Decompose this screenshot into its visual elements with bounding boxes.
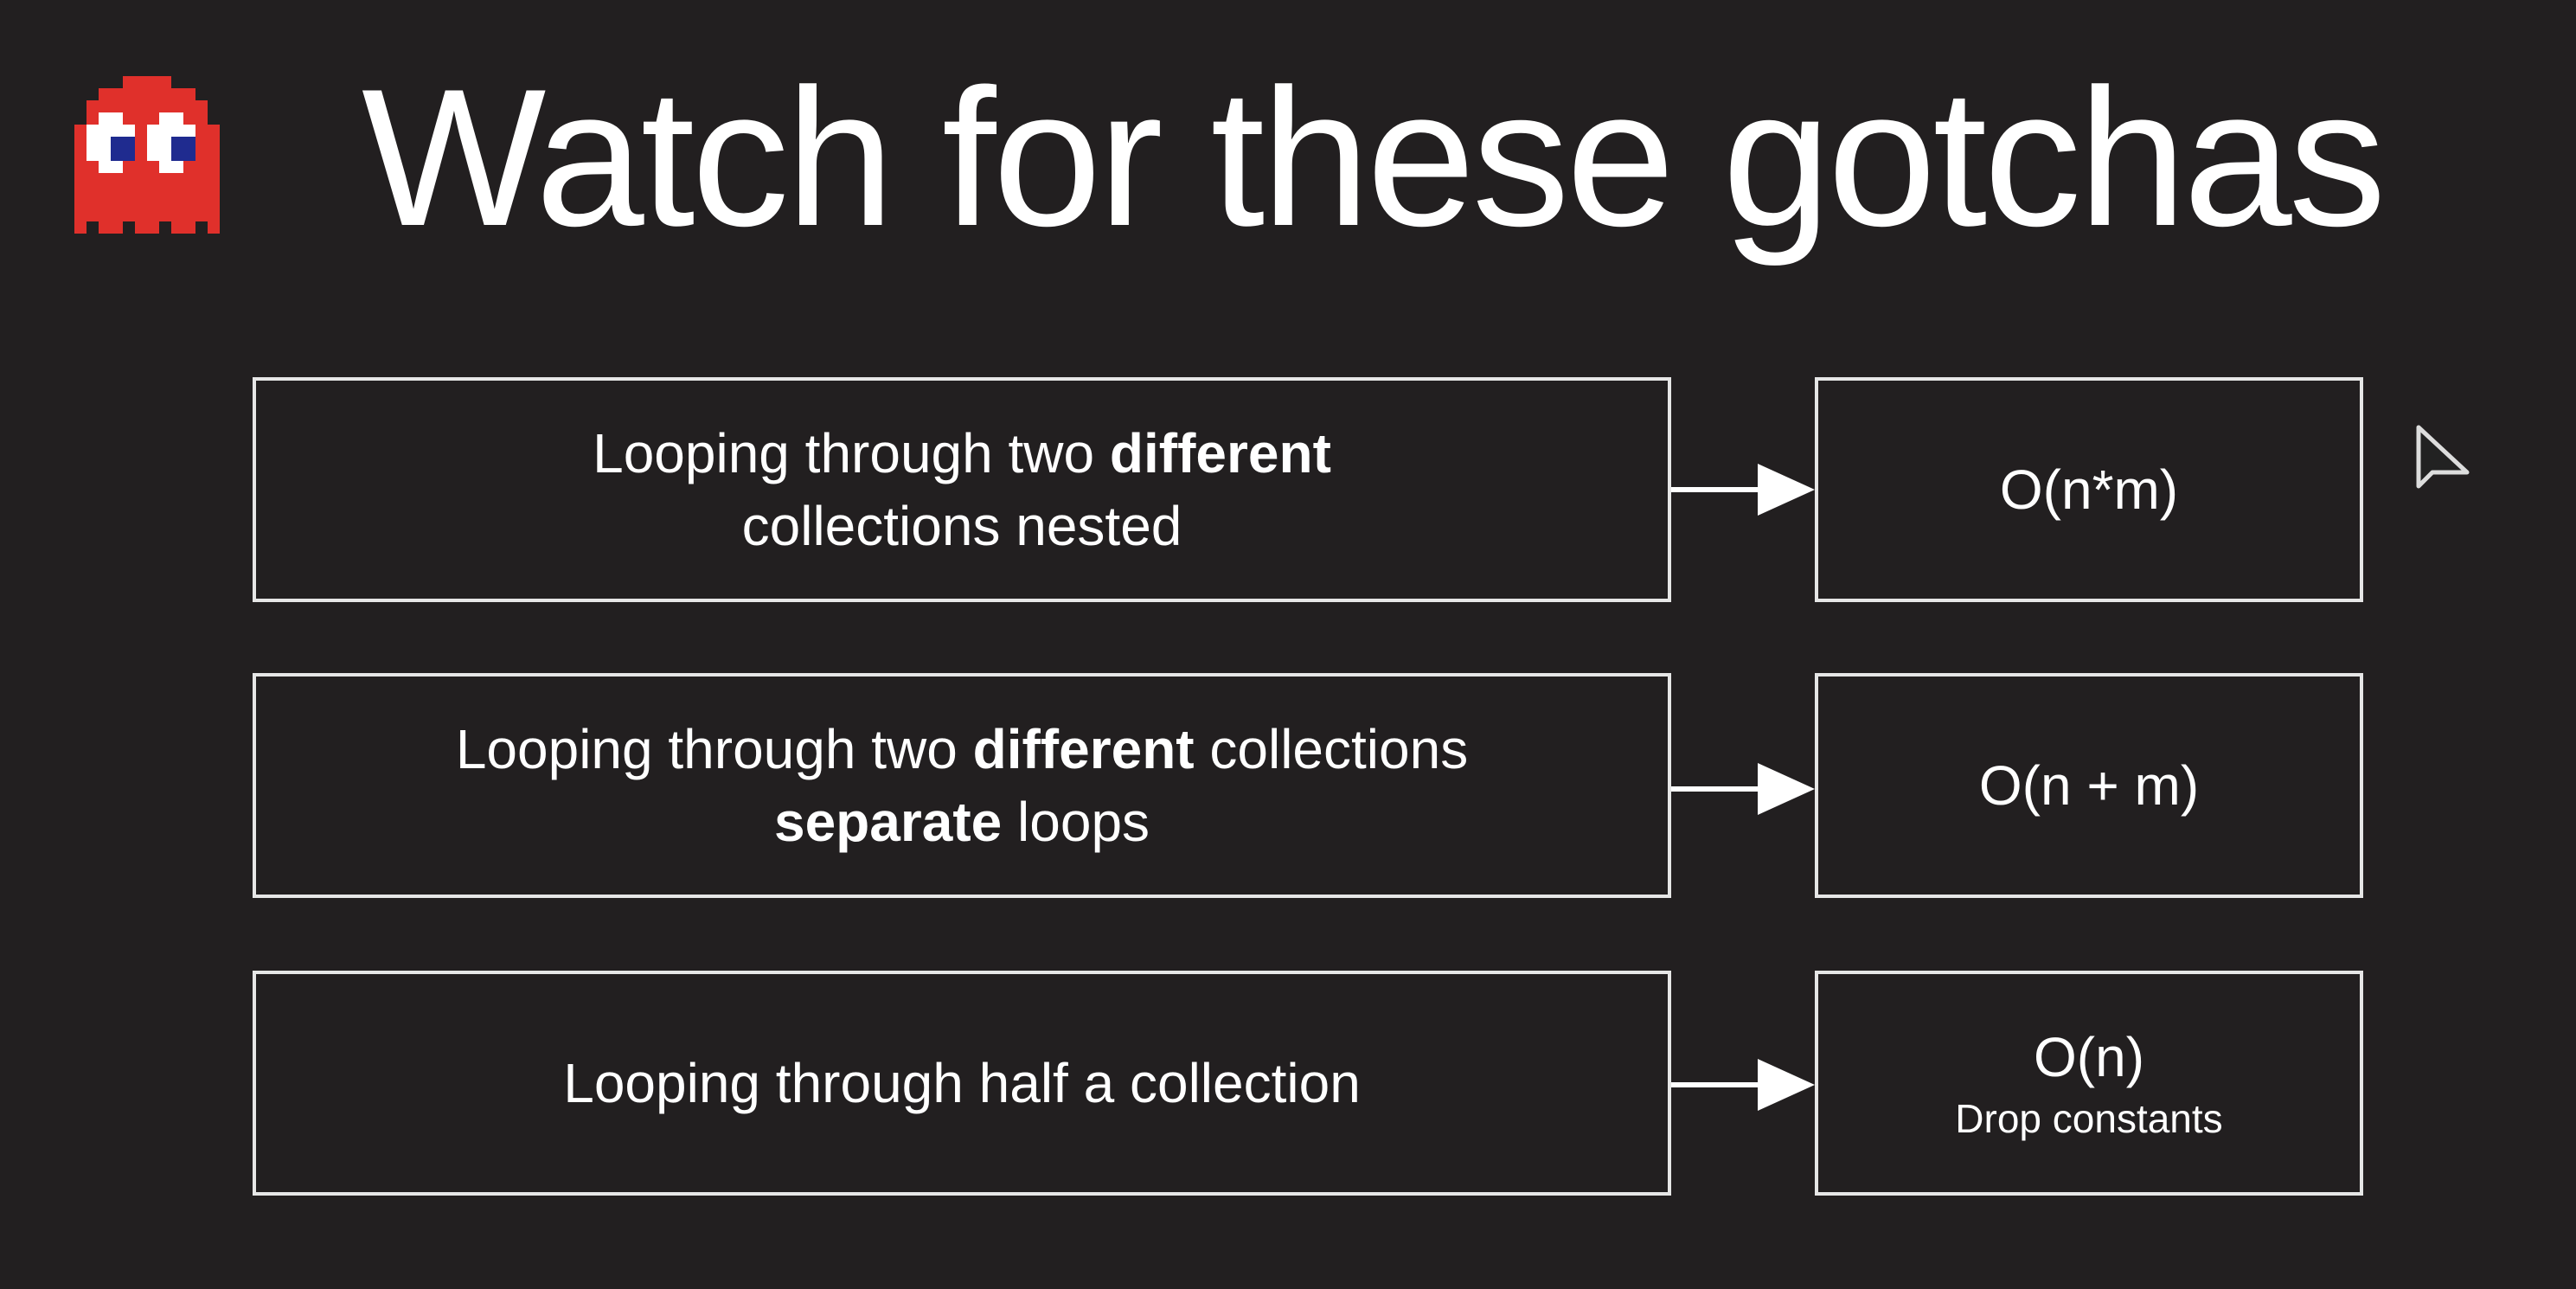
text: collections [1194, 717, 1469, 780]
text: collections nested [741, 495, 1182, 557]
text: Looping through two [593, 421, 1110, 484]
complexity-text: O(n) [2034, 1025, 2144, 1088]
complexity-box-half: O(n) Drop constants [1815, 971, 2363, 1196]
complexity-text: O(n + m) [1978, 754, 2200, 817]
arrow-right-icon [1671, 464, 1815, 516]
bold-text: different [972, 717, 1195, 780]
bold-text: different [1109, 421, 1331, 484]
text: loops [1002, 791, 1150, 853]
complexity-box-separate: O(n + m) [1815, 673, 2363, 898]
complexity-note: Drop constants [1955, 1096, 2223, 1142]
text: Looping through half a collection [563, 1051, 1361, 1114]
arrow-right-icon [1671, 1059, 1815, 1111]
complexity-text: O(n*m) [1999, 458, 2179, 521]
gotcha-description-nested: Looping through two different collection… [253, 377, 1671, 602]
gotcha-description-separate: Looping through two different collection… [253, 673, 1671, 898]
complexity-box-nested: O(n*m) [1815, 377, 2363, 602]
page-title: Watch for these gotchas [362, 48, 2387, 266]
text: Looping through two [455, 717, 973, 780]
bold-text: separate [773, 791, 1003, 853]
ghost-icon [74, 76, 220, 234]
gotcha-description-half: Looping through half a collection [253, 971, 1671, 1196]
mouse-cursor-icon [2416, 425, 2470, 489]
arrow-right-icon [1671, 763, 1815, 815]
